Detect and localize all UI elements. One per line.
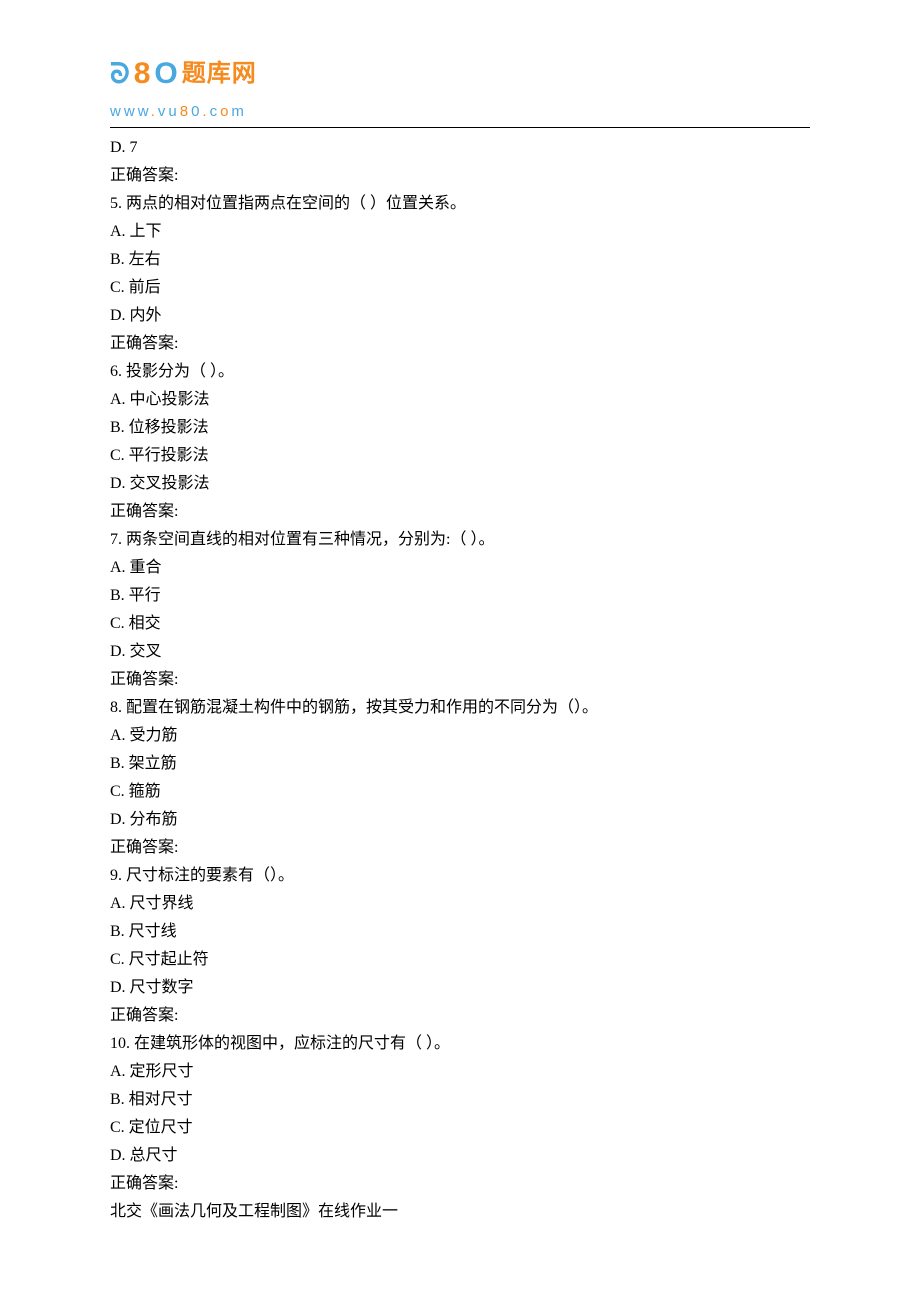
q8-option-c: C. 箍筋 [110, 778, 810, 806]
document-body: D. 7 正确答案: 5. 两点的相对位置指两点在空间的（ ）位置关系。 A. … [110, 134, 810, 1226]
q5-answer-label: 正确答案: [110, 330, 810, 358]
footer-title: 北交《画法几何及工程制图》在线作业一 [110, 1198, 810, 1226]
q7-option-c: C. 相交 [110, 610, 810, 638]
q6-option-a: A. 中心投影法 [110, 386, 810, 414]
q6-option-b: B. 位移投影法 [110, 414, 810, 442]
q8-stem: 8. 配置在钢筋混凝土构件中的钢筋，按其受力和作用的不同分为（）。 [110, 694, 810, 722]
q9-option-a: A. 尺寸界线 [110, 890, 810, 918]
q10-option-b: B. 相对尺寸 [110, 1086, 810, 1114]
q5-stem: 5. 两点的相对位置指两点在空间的（ ）位置关系。 [110, 190, 810, 218]
q9-answer-label: 正确答案: [110, 1002, 810, 1030]
q5-option-d: D. 内外 [110, 302, 810, 330]
site-logo: ᘐ 8 O 题库网 www.vu80.com [110, 48, 810, 125]
q9-option-b: B. 尺寸线 [110, 918, 810, 946]
q9-option-c: C. 尺寸起止符 [110, 946, 810, 974]
q7-option-b: B. 平行 [110, 582, 810, 610]
bunny-icon: ᘐ [110, 49, 130, 98]
logo-url: www.vu80.com [110, 99, 810, 125]
q8-answer-label: 正确答案: [110, 834, 810, 862]
q8-option-b: B. 架立筋 [110, 750, 810, 778]
q9-option-d: D. 尺寸数字 [110, 974, 810, 1002]
q10-option-a: A. 定形尺寸 [110, 1058, 810, 1086]
header-divider [110, 127, 810, 128]
q10-stem: 10. 在建筑形体的视图中，应标注的尺寸有（ ）。 [110, 1030, 810, 1058]
q8-option-d: D. 分布筋 [110, 806, 810, 834]
q7-option-a: A. 重合 [110, 554, 810, 582]
prev-option-d: D. 7 [110, 134, 810, 162]
q7-stem: 7. 两条空间直线的相对位置有三种情况，分别为:（ ）。 [110, 526, 810, 554]
q10-answer-label: 正确答案: [110, 1170, 810, 1198]
q6-stem: 6. 投影分为（ ）。 [110, 358, 810, 386]
q6-answer-label: 正确答案: [110, 498, 810, 526]
q7-answer-label: 正确答案: [110, 666, 810, 694]
q10-option-c: C. 定位尺寸 [110, 1114, 810, 1142]
logo-digit-8: 8 [134, 48, 151, 101]
prev-answer-label: 正确答案: [110, 162, 810, 190]
q5-option-a: A. 上下 [110, 218, 810, 246]
q5-option-c: C. 前后 [110, 274, 810, 302]
q8-option-a: A. 受力筋 [110, 722, 810, 750]
q10-option-d: D. 总尺寸 [110, 1142, 810, 1170]
q6-option-d: D. 交叉投影法 [110, 470, 810, 498]
q9-stem: 9. 尺寸标注的要素有（）。 [110, 862, 810, 890]
logo-cn-text: 题库网 [182, 53, 257, 95]
q7-option-d: D. 交叉 [110, 638, 810, 666]
logo-graphic-row: ᘐ 8 O 题库网 [110, 48, 810, 101]
q6-option-c: C. 平行投影法 [110, 442, 810, 470]
q5-option-b: B. 左右 [110, 246, 810, 274]
logo-digit-0: O [154, 48, 177, 101]
